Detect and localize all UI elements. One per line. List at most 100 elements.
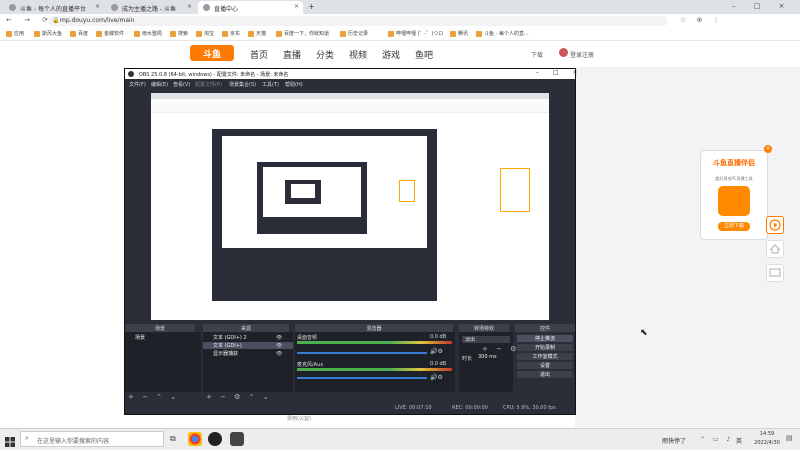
- douyu-favicon-icon: [9, 4, 16, 11]
- nav-video[interactable]: 视频: [349, 48, 367, 61]
- user-avatar[interactable]: [559, 48, 568, 57]
- stop-streaming-button[interactable]: 停止推流: [517, 335, 573, 342]
- obs-menu-tools[interactable]: 工具(T): [262, 81, 279, 88]
- volume-meter: [297, 341, 452, 344]
- transition-toolbar[interactable]: + − ⚙: [482, 345, 519, 353]
- obs-menu-file[interactable]: 文件(F): [129, 81, 146, 88]
- bookmark-item[interactable]: 斗鱼 - 每个人的直...: [476, 30, 529, 37]
- duration-input[interactable]: 300 ms: [476, 354, 510, 361]
- close-tab-icon[interactable]: ×: [95, 3, 100, 10]
- close-icon[interactable]: ×: [764, 145, 772, 153]
- rec-status: REC: 00:00:00: [452, 405, 488, 411]
- obs-menu-scene-collection[interactable]: 场景集合(S): [229, 81, 256, 88]
- mixer-track-level: 0.0 dB: [430, 334, 447, 340]
- nav-fishbar[interactable]: 鱼吧: [415, 48, 433, 61]
- nav-live[interactable]: 直播: [283, 48, 301, 61]
- promo-download-button[interactable]: 立即下载: [718, 222, 750, 231]
- windows-start-icon[interactable]: [4, 433, 16, 447]
- close-tab-icon[interactable]: ×: [187, 3, 192, 10]
- window-controls[interactable]: – □ ×: [732, 2, 792, 10]
- bookmark-item[interactable]: 斯风大鱼: [34, 30, 62, 37]
- obs-window-controls[interactable]: – □ ×: [536, 69, 584, 76]
- browser-tab-3[interactable]: 直播中心 ×: [198, 1, 303, 14]
- scene-item[interactable]: 场景: [125, 334, 201, 341]
- browser-tab-1[interactable]: 斗鱼 - 每个人的直播平台 ×: [4, 1, 104, 14]
- obs-menu-bar: [125, 79, 575, 89]
- nav-buttons[interactable]: ← → ⟳: [6, 16, 53, 24]
- obs-taskbar-icon[interactable]: [208, 432, 222, 446]
- page-left-margin: [0, 67, 125, 428]
- douyu-logo[interactable]: 斗鱼: [190, 45, 234, 61]
- volume-slider[interactable]: [297, 352, 427, 354]
- url-input[interactable]: mp.douyu.com/live/main: [48, 16, 668, 26]
- taskbar-search-input[interactable]: 在这里输入你要搜索的内容: [20, 431, 164, 447]
- mixer-track-level: 0.0 dB: [430, 361, 447, 367]
- preview-nested-page-3: [291, 184, 315, 198]
- bookmark-item[interactable]: 雨水整局: [134, 30, 162, 37]
- bookmark-item[interactable]: 百度一下，你就知道: [276, 30, 329, 37]
- sources-list: [203, 332, 293, 392]
- obs-app-icon: [128, 71, 134, 77]
- bookmark-item[interactable]: 京东: [222, 30, 240, 37]
- nav-game[interactable]: 游戏: [382, 48, 400, 61]
- bookmark-item[interactable]: 天猫: [248, 30, 266, 37]
- play-icon[interactable]: [766, 216, 784, 234]
- chrome-icon[interactable]: [188, 432, 202, 446]
- clock-time[interactable]: 14:59: [754, 431, 780, 437]
- bookmark-item[interactable]: 腾讯: [450, 30, 468, 37]
- bookmark-item[interactable]: 哔哩哔哩 (゜-゜)つロ: [388, 30, 443, 37]
- tray-icons[interactable]: ⌃ ▭ ♪: [700, 436, 733, 443]
- ime-indicator[interactable]: 英: [736, 436, 742, 445]
- sources-dock-header: 来源: [203, 324, 289, 332]
- preview-promo: [500, 168, 530, 212]
- download-link[interactable]: 下载: [531, 50, 543, 59]
- task-view-icon[interactable]: ⧉: [170, 434, 176, 444]
- browser-tab-2[interactable]: 成为主播之路 - 斗鱼 ×: [106, 1, 196, 14]
- start-recording-button[interactable]: 开始录制: [517, 344, 573, 351]
- transition-select[interactable]: 淡出: [462, 336, 510, 343]
- preview-nested-promo: [399, 180, 415, 202]
- eye-icon[interactable]: 👁: [276, 351, 282, 357]
- settings-button[interactable]: 设置: [517, 362, 573, 369]
- bookmark-item[interactable]: 百度: [70, 30, 88, 37]
- bookmark-item[interactable]: 搜索: [170, 30, 188, 37]
- login-link[interactable]: 登录注册: [570, 50, 594, 59]
- app-taskbar-icon[interactable]: [230, 432, 244, 446]
- volume-slider[interactable]: [297, 377, 427, 379]
- obs-menu-edit[interactable]: 编辑(E): [151, 81, 168, 88]
- close-tab-icon[interactable]: ×: [294, 3, 299, 10]
- obs-menu-help[interactable]: 帮助(H): [285, 81, 303, 88]
- scene-toolbar[interactable]: + − ⌃ ⌄: [128, 393, 179, 401]
- eye-icon[interactable]: 👁: [276, 343, 282, 349]
- studio-mode-button[interactable]: 工作室模式: [517, 353, 573, 360]
- speaker-icon[interactable]: 🔊⚙: [430, 348, 443, 355]
- duration-label: 时长: [462, 356, 473, 362]
- clock-date[interactable]: 2022/4/30: [750, 440, 784, 446]
- exit-button[interactable]: 退出: [517, 371, 573, 378]
- search-icon: ⌕: [25, 434, 29, 442]
- home-icon[interactable]: [766, 240, 784, 258]
- nav-home[interactable]: 首页: [250, 48, 268, 61]
- notification-icon[interactable]: ▤: [786, 434, 793, 442]
- preview-header: [151, 99, 549, 113]
- mixer-track-name: 麦克风/Aux: [297, 362, 324, 368]
- obs-menu-profile[interactable]: 配置文件(P): [195, 81, 222, 88]
- speaker-icon[interactable]: 🔊⚙: [430, 374, 443, 381]
- weather-status[interactable]: 雨快停了: [662, 436, 686, 445]
- volume-meter: [297, 368, 452, 371]
- nav-category[interactable]: 分类: [316, 48, 334, 61]
- extension-icons[interactable]: ☆ ⊕ ⋮: [680, 16, 724, 24]
- bookmark-item[interactable]: 金蝶软件: [96, 30, 124, 37]
- live-status: LIVE: 00:07:10: [395, 405, 432, 411]
- bookmark-apps[interactable]: 应用: [6, 30, 24, 37]
- scenes-dock-header: 场景: [125, 324, 195, 332]
- source-toolbar[interactable]: + − ⚙ ⌃ ⌄: [206, 393, 272, 401]
- promo-subtitle: 超好用电PC直播工具: [715, 176, 753, 181]
- obs-menu-view[interactable]: 查看(V): [173, 81, 190, 88]
- douyu-app-icon: [718, 186, 750, 216]
- new-tab-button[interactable]: +: [308, 2, 315, 11]
- bookmark-item[interactable]: 历史记录: [340, 30, 368, 37]
- bookmark-item[interactable]: 淘宝: [196, 30, 214, 37]
- screen-icon[interactable]: [766, 264, 784, 282]
- eye-icon[interactable]: 👁: [276, 335, 282, 341]
